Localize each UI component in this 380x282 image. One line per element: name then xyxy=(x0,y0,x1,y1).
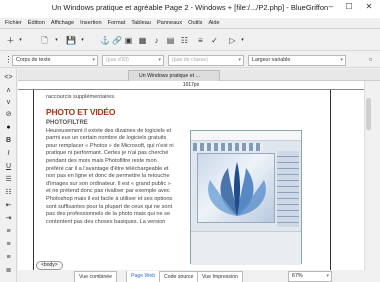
width-mode-select[interactable]: Largeur variable ▾ xyxy=(248,55,346,66)
paragraph-line: et ne prétend donc pas rivaliser par exe… xyxy=(46,188,170,195)
menu-aide[interactable]: Aide xyxy=(208,20,219,26)
bloom-wallpaper-graphic xyxy=(208,162,266,216)
indent-icon[interactable]: ⇥ xyxy=(4,214,13,223)
increase-font-icon[interactable]: ʌ xyxy=(4,86,13,95)
screenshot-toolbar xyxy=(191,131,301,141)
chevron-down-icon: ▾ xyxy=(326,273,329,279)
tab-print-view[interactable]: Vue Impression xyxy=(197,271,243,282)
paragraph-line: Photoshop mais il est facile à utiliser … xyxy=(46,195,173,202)
outdent-icon[interactable]: ⇤ xyxy=(4,201,13,210)
maximize-icon[interactable]: ☐ xyxy=(342,2,356,14)
class-select[interactable]: (pas de classe) ▾ xyxy=(168,55,244,66)
block-format-select[interactable]: Corps de texte ▾ xyxy=(12,55,98,66)
paragraph-line: pendant des mois mais Photofiltre reste … xyxy=(46,157,157,164)
screenshot-canvas xyxy=(197,153,275,223)
menu-edition[interactable]: Édition xyxy=(28,20,45,26)
style-icon[interactable]: ≡ xyxy=(196,36,205,45)
screenshot-status-area xyxy=(191,231,301,265)
toolbar-options-icon[interactable]: ▫ xyxy=(366,55,375,64)
menu-bar: Fichier Édition Affichage Insertion Form… xyxy=(0,18,380,29)
menu-fichier[interactable]: Fichier xyxy=(5,20,22,26)
zoom-value: 67% xyxy=(292,273,303,279)
menu-tableau[interactable]: Tableau xyxy=(131,20,151,26)
minimize-icon[interactable]: – xyxy=(324,2,338,14)
save-dropdown-icon[interactable]: ▾ xyxy=(78,36,87,45)
paragraph-line: d'images sur son ordinateur. Il est « gr… xyxy=(46,180,171,187)
new-file-dropdown-icon[interactable]: ▾ xyxy=(16,36,25,45)
paragraph-line: Heureusement il existe des dizaines de l… xyxy=(46,127,171,134)
justify-icon[interactable]: ≣ xyxy=(4,266,13,275)
menu-panneaux[interactable]: Panneaux xyxy=(157,20,182,26)
save-icon[interactable]: 💾 xyxy=(66,36,76,45)
screenshot-side-panel xyxy=(277,151,299,227)
paragraph: Heureusement il existe des dizaines de l… xyxy=(46,128,192,227)
width-ruler: 1017px xyxy=(18,81,364,90)
document-tab[interactable]: Un Windows pratique et ... xyxy=(128,70,220,81)
zoom-select[interactable]: 67% ▾ xyxy=(288,271,332,282)
block-format-value: Corps de texte xyxy=(16,57,51,63)
breadcrumb-body: <body> xyxy=(41,262,58,268)
menu-outils[interactable]: Outils xyxy=(188,20,202,26)
paragraph-line: sont suffisantes pour la plupart de ceux… xyxy=(46,203,173,210)
open-dropdown-icon[interactable]: ▾ xyxy=(52,36,61,45)
chevron-down-icon: ▾ xyxy=(92,57,95,63)
tab-web-page[interactable]: Page Web xyxy=(126,271,161,282)
chevron-down-icon: ▾ xyxy=(158,57,161,63)
align-right-icon[interactable]: ≡ xyxy=(4,253,13,262)
spell-check-icon[interactable]: ✓ xyxy=(210,36,219,45)
id-select[interactable]: (pas d'ID) ▾ xyxy=(102,55,164,66)
preview-dropdown-icon[interactable]: ▾ xyxy=(238,36,247,45)
anchor-icon[interactable]: ⚓ xyxy=(100,36,110,45)
breadcrumb[interactable]: <body> xyxy=(36,261,63,270)
paragraph-line: non pas en ligne et donc de permettre la… xyxy=(46,173,170,180)
photofiltre-screenshot-image[interactable] xyxy=(190,130,302,265)
clear-icon[interactable]: ⊘ xyxy=(4,110,13,119)
paragraph-line: préféré car il a l'avantage d'être téléc… xyxy=(46,165,169,172)
ruler-label: 1017px xyxy=(182,82,200,88)
bullet-list-icon[interactable]: ☷ xyxy=(4,188,13,197)
text-color-icon[interactable]: ● xyxy=(4,123,13,132)
expand-icon[interactable]: <> xyxy=(4,73,13,82)
paragraph-line: parmi eux un certain nombre de logiciels… xyxy=(46,135,167,142)
chevron-down-icon: ▾ xyxy=(238,57,241,63)
bold-icon[interactable]: B xyxy=(4,136,13,145)
link-icon[interactable]: 🔗 xyxy=(112,36,122,45)
tab-combined-view[interactable]: Vue combinée xyxy=(74,271,117,282)
scrollbar-thumb[interactable] xyxy=(366,98,371,130)
tab-label: Un Windows pratique et ... xyxy=(139,73,200,79)
table-icon[interactable]: ▤ xyxy=(166,36,175,45)
close-icon[interactable]: ✕ xyxy=(362,2,376,14)
form-icon[interactable]: ☷ xyxy=(180,36,189,45)
tab-source-code[interactable]: Code source xyxy=(159,271,199,282)
new-file-icon[interactable]: ＋ xyxy=(6,36,15,45)
underline-icon[interactable]: U xyxy=(4,162,13,171)
video-icon[interactable]: ▦ xyxy=(138,36,147,45)
numbered-list-icon[interactable]: ☰ xyxy=(4,175,13,184)
chevron-down-icon: ▾ xyxy=(340,57,343,63)
window-title: Un Windows pratique et agréable Page 2 -… xyxy=(51,3,329,12)
paragraph-line: pas des professionnels de la photo mais … xyxy=(46,211,171,218)
menu-format[interactable]: Format xyxy=(108,20,126,26)
section-heading: PHOTO ET VIDÉO xyxy=(46,106,116,117)
paragraph-line: pour remplacer « Photos » de Microsoft, … xyxy=(46,142,174,149)
screenshot-tool-icons xyxy=(193,143,263,151)
audio-icon[interactable]: ♪ xyxy=(152,36,161,45)
image-icon[interactable]: ▣ xyxy=(124,36,133,45)
menu-insertion[interactable]: Insertion xyxy=(80,20,101,26)
intro-text: raccourcis supplémentaires. xyxy=(46,94,116,100)
preview-icon[interactable]: ▷ xyxy=(228,36,237,45)
decrease-font-icon[interactable]: v xyxy=(4,98,13,107)
italic-icon[interactable]: I xyxy=(4,149,13,158)
paragraph-line: pratique ni performant. Certes je n'ai p… xyxy=(46,150,169,157)
open-file-icon[interactable]: 🗋 xyxy=(40,36,49,45)
menu-affichage[interactable]: Affichage xyxy=(51,20,74,26)
id-value: (pas d'ID) xyxy=(106,57,129,63)
class-value: (pas de classe) xyxy=(172,57,208,63)
align-left-icon[interactable]: ≡ xyxy=(4,227,13,236)
width-mode-value: Largeur variable xyxy=(252,57,291,63)
align-center-icon[interactable]: ≡ xyxy=(4,240,13,249)
paragraph-line: contentent pas des choses basiques. La v… xyxy=(46,218,166,225)
